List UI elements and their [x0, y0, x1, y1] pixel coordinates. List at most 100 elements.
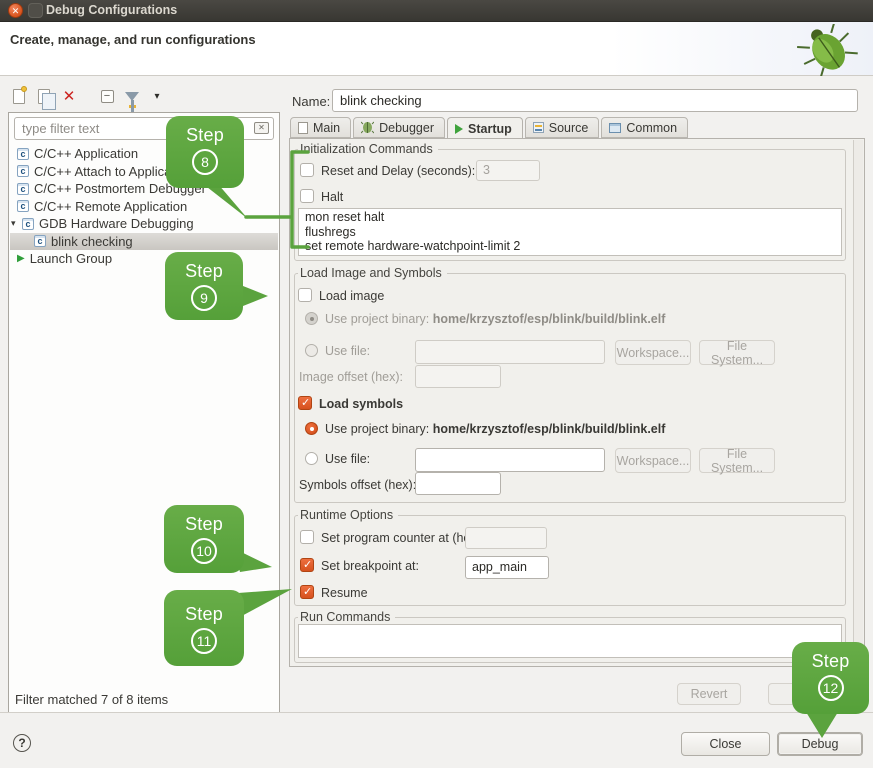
source-tab-icon — [533, 122, 544, 133]
tree-item-label: C/C++ Remote Application — [34, 199, 187, 214]
reset-and-delay-checkbox[interactable] — [300, 163, 314, 177]
duplicate-configuration-icon[interactable] — [35, 87, 53, 105]
symbols-file-system-button: File System... — [699, 448, 775, 473]
collapse-all-icon[interactable]: − — [98, 87, 116, 105]
c-application-icon: c — [22, 218, 34, 230]
button-bar-divider — [0, 712, 873, 713]
close-window-icon[interactable]: ✕ — [8, 3, 23, 18]
program-counter-input — [465, 527, 547, 549]
symbols-use-project-binary-label: Use project binary: home/krzysztof/esp/b… — [325, 422, 665, 436]
c-application-icon: c — [34, 235, 46, 247]
step-12-callout: Step 12 — [792, 642, 869, 714]
launch-group-icon: ▶ — [17, 253, 25, 264]
startup-tab-icon — [455, 124, 463, 134]
debug-configurations-window: ✕ Debug Configurations Create, manage, a… — [0, 0, 873, 768]
common-tab-icon — [609, 123, 621, 133]
run-commands-textarea[interactable] — [298, 624, 842, 658]
symbols-use-project-binary-radio[interactable] — [305, 422, 318, 435]
step-callout-number: 8 — [192, 149, 218, 175]
image-binary-path: home/krzysztof/esp/blink/build/blink.elf — [433, 312, 666, 326]
step-callout-number: 11 — [191, 628, 217, 654]
resume-checkbox[interactable] — [300, 585, 314, 599]
load-image-checkbox[interactable] — [298, 288, 312, 302]
debug-button[interactable]: Debug — [777, 732, 863, 756]
tree-item-label: blink checking — [51, 234, 133, 249]
tree-expander-icon[interactable]: ▾ — [11, 218, 22, 229]
debug-bug-icon — [795, 24, 861, 76]
image-file-system-button: File System... — [699, 340, 775, 365]
symbols-binary-path: home/krzysztof/esp/blink/build/blink.elf — [433, 422, 666, 436]
set-breakpoint-label: Set breakpoint at: — [321, 559, 419, 573]
load-image-label: Load image — [319, 289, 384, 303]
name-input[interactable] — [332, 89, 858, 112]
symbols-offset-input[interactable] — [415, 472, 501, 495]
debugger-bug-icon — [361, 121, 374, 134]
group-title: Runtime Options — [298, 508, 398, 522]
c-application-icon: c — [17, 165, 29, 177]
image-use-file-radio — [305, 344, 318, 357]
set-program-counter-label: Set program counter at (hex): — [321, 531, 484, 545]
symbols-offset-label: Symbols offset (hex): — [299, 478, 416, 492]
step-callout-label: Step — [792, 651, 869, 672]
load-symbols-checkbox[interactable] — [298, 396, 312, 410]
set-program-counter-checkbox[interactable] — [300, 530, 314, 544]
symbols-use-file-radio[interactable] — [305, 452, 318, 465]
group-title: Run Commands — [298, 610, 395, 624]
delete-configuration-icon[interactable]: ✕ — [60, 87, 78, 105]
image-workspace-button: Workspace... — [615, 340, 691, 365]
tab-startup[interactable]: Startup — [447, 117, 523, 140]
image-offset-label: Image offset (hex): — [299, 370, 403, 384]
symbols-file-input[interactable] — [415, 448, 605, 472]
step-callout-number: 10 — [191, 538, 217, 564]
filter-configurations-icon[interactable] — [123, 87, 141, 105]
tab-main[interactable]: Main — [290, 117, 351, 138]
tab-label: Debugger — [379, 121, 434, 135]
help-button[interactable]: ? — [13, 734, 31, 752]
new-configuration-icon[interactable] — [10, 87, 28, 105]
step-callout-label: Step — [164, 604, 244, 625]
halt-label: Halt — [321, 190, 343, 204]
step-8-callout: Step 8 — [166, 116, 244, 188]
step-11-callout: Step 11 — [164, 590, 244, 666]
clear-filter-icon[interactable]: ✕ — [254, 122, 269, 134]
image-offset-input — [415, 365, 501, 388]
step-callout-label: Step — [166, 125, 244, 146]
config-tabs: Main Debugger Startup Source Common — [290, 117, 690, 139]
tree-item-label: GDB Hardware Debugging — [39, 216, 194, 231]
toolbar-dropdown-icon[interactable]: ▾ — [148, 87, 166, 105]
set-breakpoint-checkbox[interactable] — [300, 558, 314, 572]
header-banner: Create, manage, and run configurations — [0, 22, 873, 76]
step-callout-number: 9 — [191, 285, 217, 311]
tab-label: Source — [549, 121, 589, 135]
step-10-callout: Step 10 — [164, 505, 244, 573]
step-callout-label: Step — [165, 261, 243, 282]
load-symbols-label: Load symbols — [319, 397, 403, 411]
tab-label: Startup — [468, 122, 512, 136]
tree-item-label: C/C++ Application — [34, 146, 138, 161]
group-title: Initialization Commands — [298, 142, 438, 156]
init-commands-textarea[interactable]: mon reset halt flushregs set remote hard… — [298, 208, 842, 256]
tab-source[interactable]: Source — [525, 117, 600, 138]
resume-label: Resume — [321, 586, 368, 600]
titlebar: ✕ Debug Configurations — [0, 0, 873, 22]
configurations-toolbar: ✕ − ▾ — [10, 85, 166, 107]
tree-item-cpp-remote[interactable]: c C/C++ Remote Application — [10, 198, 278, 216]
close-button[interactable]: Close — [681, 732, 770, 756]
tree-item-gdb-hardware-debugging[interactable]: ▾ c GDB Hardware Debugging — [10, 215, 278, 233]
scrollbar-track[interactable] — [853, 140, 863, 665]
group-title: Load Image and Symbols — [298, 266, 447, 280]
step-callout-number: 12 — [818, 675, 844, 701]
minimize-window-icon[interactable] — [28, 3, 43, 18]
c-application-icon: c — [17, 183, 29, 195]
c-application-icon: c — [17, 148, 29, 160]
halt-checkbox[interactable] — [300, 189, 314, 203]
step-callout-label: Step — [164, 514, 244, 535]
symbols-use-file-label: Use file: — [325, 452, 370, 466]
tab-common[interactable]: Common — [601, 117, 688, 138]
name-label: Name: — [292, 94, 330, 109]
breakpoint-input[interactable]: app_main — [465, 556, 549, 579]
image-use-project-binary-label: Use project binary: home/krzysztof/esp/b… — [325, 312, 665, 326]
image-use-file-label: Use file: — [325, 344, 370, 358]
tab-debugger[interactable]: Debugger — [353, 117, 445, 138]
tree-item-blink-checking[interactable]: c blink checking — [10, 233, 278, 251]
